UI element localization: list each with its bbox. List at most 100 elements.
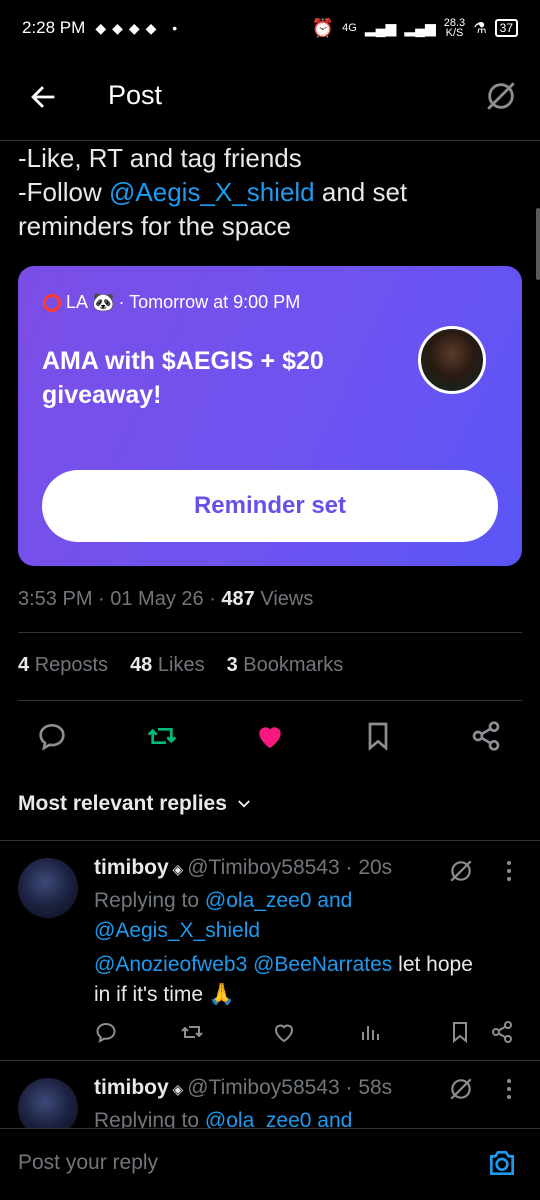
reply-header: timiboy ◈ @Timiboy58543 · 20s [94, 856, 392, 880]
replying-prefix: Replying to [94, 1109, 205, 1128]
space-title: AMA with $AEGIS + $20 giveaway! [42, 347, 324, 409]
tweet-body: -Like, RT and tag friends -Follow @Aegis… [0, 141, 540, 243]
avatar[interactable] [18, 858, 78, 918]
space-host: LA 🐼 · Tomorrow at 9:00 PM [42, 292, 300, 313]
views-count: 487 [221, 588, 255, 610]
replies-header-label: Most relevant replies [18, 792, 227, 815]
likes-count: 48 [130, 654, 153, 676]
status-time: 2:28 PM [22, 18, 86, 37]
post-meta: 3:53 PM · 01 May 26 · 487 Views [18, 588, 313, 611]
mention-link[interactable]: @Anozieofweb3 [94, 953, 247, 976]
top-bar: Post [0, 56, 540, 141]
signal-icon: ▂▄▆ [364, 19, 397, 36]
reply-author-name[interactable]: timiboy [94, 1076, 169, 1099]
reply-author-name[interactable]: timiboy [94, 856, 169, 879]
tweet-line-2: -Follow @Aegis_X_shield and set [18, 175, 522, 209]
space-host-avatar[interactable] [418, 326, 486, 394]
mention-link[interactable]: @Aegis_X_shield [94, 919, 260, 942]
notification-icons: ◆◆◆◆ • [95, 19, 184, 36]
replying-to-2: @Aegis_X_shield [94, 916, 514, 946]
verified-diamond-icon: ◈ [168, 1081, 188, 1097]
mention-link[interactable]: @Aegis_X_shield [109, 177, 315, 207]
share-icon[interactable] [490, 1020, 514, 1044]
net-speed: 28.3 K/S [444, 18, 465, 39]
more-options-icon[interactable] [504, 1078, 514, 1100]
reposts-label: Reposts [34, 654, 109, 676]
mention-link[interactable]: @BeeNarrates [253, 953, 392, 976]
replying-and: and [311, 889, 353, 912]
alarm-icon: ⏰ [311, 17, 335, 38]
replying-to: Replying to @ola_zee0 and [94, 1106, 514, 1128]
divider [0, 1060, 540, 1061]
bookmarks-label: Bookmarks [243, 654, 344, 676]
reply-text-rest: let hope [392, 953, 473, 976]
replying-prefix: Replying to [94, 889, 205, 912]
space-card[interactable]: LA 🐼 · Tomorrow at 9:00 PM AMA with $AEG… [18, 266, 522, 566]
post-stats: 4 Reposts 48 Likes 3 Bookmarks [18, 654, 343, 677]
chevron-down-icon [238, 800, 250, 808]
reply-text: @Anozieofweb3 @BeeNarrates let hope [94, 950, 514, 980]
space-time: · Tomorrow at 9:00 PM [118, 292, 301, 312]
net-speed-unit: K/S [445, 27, 464, 39]
likes-stat[interactable]: 48 Likes [130, 654, 205, 677]
reply-actions [0, 1020, 540, 1050]
more-options-icon[interactable] [504, 860, 514, 882]
views-icon[interactable] [358, 1020, 382, 1044]
reply-handle: @Timiboy58543 · 20s [187, 856, 393, 879]
space-host-name: LA [66, 292, 89, 312]
grok-icon[interactable] [448, 1076, 474, 1102]
mention-link[interactable]: @ola_zee0 [205, 889, 312, 912]
grok-icon[interactable] [484, 78, 518, 114]
bookmarks-stat[interactable]: 3 Bookmarks [227, 654, 344, 677]
reply-input[interactable]: Post your reply [18, 1151, 158, 1175]
signal-icon-2: ▂▄▆ [404, 19, 436, 36]
replies-sort-dropdown[interactable]: Most relevant replies [18, 792, 253, 816]
share-icon[interactable] [470, 720, 502, 752]
post-actions [0, 716, 540, 756]
verified-diamond-icon: ◈ [168, 861, 188, 877]
scrollbar[interactable] [536, 208, 540, 280]
tweet-line-2-suffix: and set [314, 177, 408, 207]
reply-body: Replying to @ola_zee0 and @Aegis_X_shiel… [94, 886, 514, 1010]
replying-to: Replying to @ola_zee0 and [94, 886, 514, 916]
reply-header: timiboy ◈ @Timiboy58543 · 58s [94, 1076, 392, 1100]
like-icon[interactable] [272, 1020, 296, 1044]
post-timestamp: 3:53 PM · 01 May 26 · [18, 588, 222, 610]
signal-label: 4G [342, 22, 357, 34]
mention-link[interactable]: @ola_zee0 [205, 1109, 312, 1128]
back-arrow-icon[interactable] [26, 80, 60, 114]
avatar[interactable] [18, 1078, 78, 1128]
red-circle-icon [43, 293, 61, 312]
bookmarks-count: 3 [226, 654, 238, 676]
reminder-set-button[interactable]: Reminder set [42, 470, 498, 542]
reposts-count: 4 [18, 654, 30, 676]
divider [18, 632, 522, 633]
reply-icon[interactable] [94, 1020, 118, 1044]
reply-icon[interactable] [36, 720, 68, 752]
tweet-line-3: reminders for the space [18, 211, 292, 241]
reply-text-line-2: in if it's time 🙏 [94, 983, 236, 1006]
reposts-stat[interactable]: 4 Reposts [18, 654, 108, 677]
reply-item[interactable]: timiboy ◈ @Timiboy58543 · 58s Replying t… [0, 1072, 540, 1128]
status-bar: 2:28 PM ◆◆◆◆ • ⏰ 4G ▂▄▆ ▂▄▆ 28.3 K/S ⚗ 3… [0, 0, 540, 56]
replying-and: and [311, 1109, 353, 1128]
bookmark-icon[interactable] [448, 1020, 472, 1044]
repost-icon[interactable] [180, 1020, 204, 1044]
reply-composer[interactable]: Post your reply [0, 1128, 540, 1200]
views-label: Views [254, 588, 314, 610]
divider [0, 840, 540, 841]
reply-handle: @Timiboy58543 · 58s [187, 1076, 393, 1099]
repost-icon[interactable] [146, 720, 178, 752]
flask-icon: ⚗ [473, 20, 487, 37]
panda-icon: 🐼 [92, 292, 115, 312]
tweet-line-2-prefix: -Follow [18, 177, 110, 207]
divider [18, 700, 522, 701]
page-title: Post [108, 80, 163, 110]
like-icon[interactable] [254, 720, 286, 752]
bookmark-icon[interactable] [362, 720, 394, 752]
likes-label: Likes [157, 654, 205, 676]
tweet-line-1: -Like, RT and tag friends [18, 143, 302, 173]
grok-icon[interactable] [448, 858, 474, 884]
camera-icon[interactable] [486, 1147, 518, 1179]
reply-body: Replying to @ola_zee0 and [94, 1106, 514, 1128]
